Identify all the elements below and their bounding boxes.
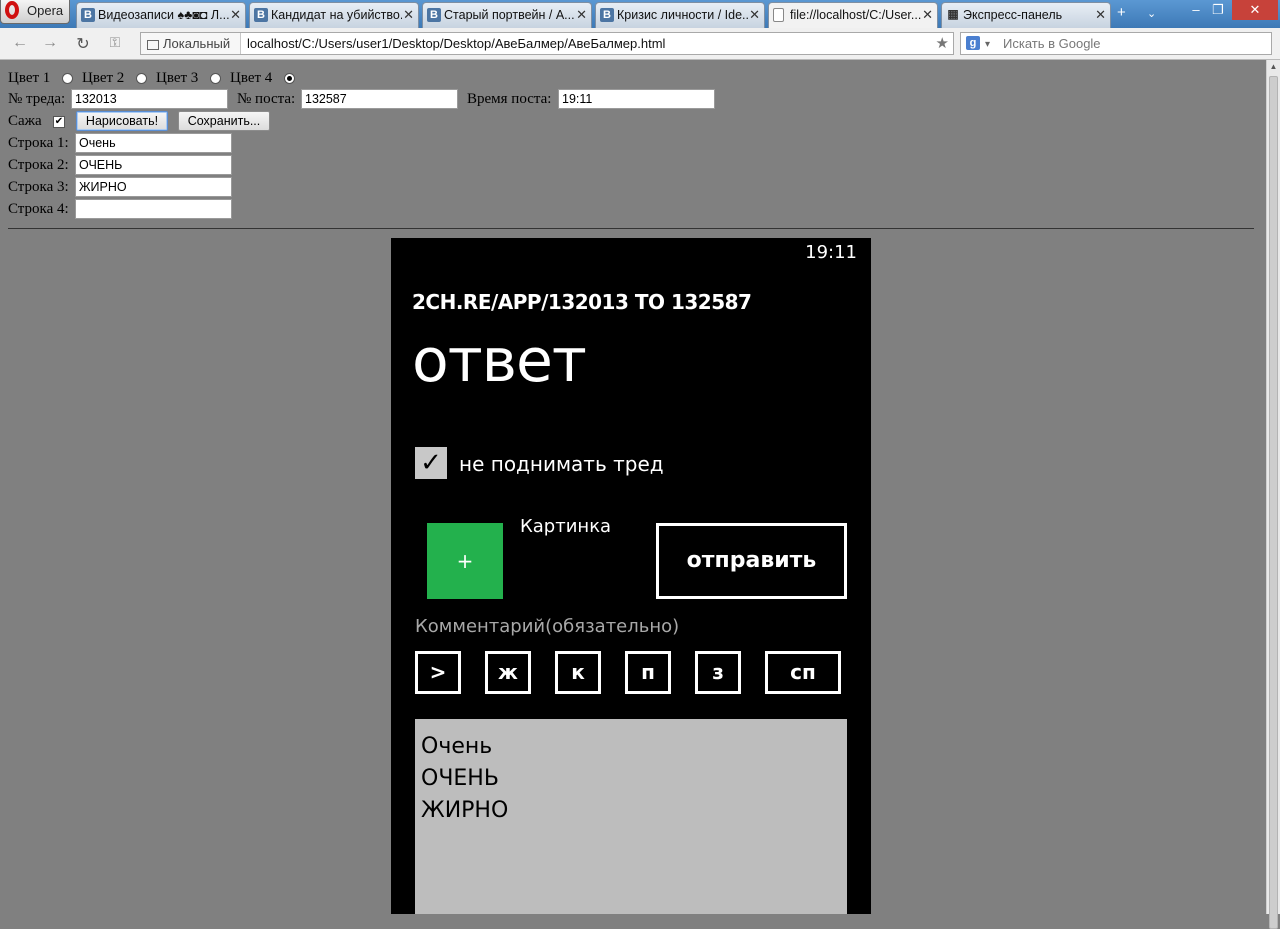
key-icon[interactable]: ⚿ [105, 34, 125, 51]
comment-placeholder: Комментарий(обязательно) [415, 616, 680, 637]
color-radio-3[interactable] [210, 73, 221, 84]
color-label-4: Цвет 4 [230, 70, 273, 86]
back-arrow-icon[interactable]: ← [10, 34, 30, 52]
vk-icon: B [600, 8, 614, 22]
color-label-1: Цвет 1 [8, 70, 51, 86]
tab-title: Кандидат на убийство... [271, 8, 402, 22]
color-label-2: Цвет 2 [82, 70, 125, 86]
spoiler-key-button[interactable]: сп [765, 651, 841, 694]
address-bar[interactable]: Локальный localhost/C:/Users/user1/Deskt… [140, 32, 954, 55]
google-icon[interactable]: g [966, 36, 980, 50]
send-button[interactable]: отправить [656, 523, 847, 599]
phone-preview: 19:11 2CH.RE/APP/132013 TO 132587 ответ … [391, 238, 871, 914]
tab-title: file://localhost/C:/User... [790, 8, 921, 22]
color-radio-1[interactable] [62, 73, 73, 84]
document-icon [773, 8, 784, 22]
restore-icon[interactable]: ❐ [1208, 0, 1228, 20]
vk-icon: B [254, 8, 268, 22]
url-text[interactable]: localhost/C:/Users/user1/Desktop/Desktop… [247, 33, 665, 54]
new-tab-icon[interactable]: + [1117, 4, 1126, 21]
tab-title: Видеозаписи ♠♣◙◘ Л... [98, 8, 229, 22]
picture-label: Картинка [520, 516, 612, 537]
add-picture-button[interactable]: + [427, 523, 503, 599]
no-bump-label: не поднимать тред [459, 452, 664, 476]
tab-title: Старый портвейн / А... [444, 8, 575, 22]
minimize-icon[interactable]: ‒ [1186, 0, 1206, 20]
italic-key-button[interactable]: к [555, 651, 601, 694]
tab-4[interactable]: B Кризис личности / Ide... ✕ [595, 2, 765, 28]
page-content: Цвет 1 Цвет 2 Цвет 3 Цвет 4 № треда: 132… [0, 60, 1266, 914]
tab-6[interactable]: ▦ Экспресс-панель ✕ [941, 2, 1111, 28]
speed-dial-icon: ▦ [947, 7, 959, 21]
line-1-input[interactable]: Очень [75, 133, 232, 153]
tab-3[interactable]: B Старый портвейн / А... ✕ [422, 2, 592, 28]
time-input[interactable]: 19:11 [558, 89, 715, 109]
line-4-input[interactable] [75, 199, 232, 219]
soot-label: Сажа [8, 113, 42, 129]
thread-header: 2CH.RE/APP/132013 TO 132587 [412, 290, 752, 314]
bold-key-button[interactable]: ж [485, 651, 531, 694]
bookmark-star-icon[interactable]: ★ [936, 33, 949, 54]
vk-icon: B [427, 8, 441, 22]
line-3-input[interactable]: ЖИРНО [75, 177, 232, 197]
site-label: Локальный [163, 36, 231, 51]
comment-line-1: Очень [421, 734, 493, 759]
search-field[interactable]: g ▾ Искать в Google [960, 32, 1272, 55]
close-icon[interactable]: ✕ [403, 7, 414, 23]
page-title: ответ [412, 326, 587, 396]
draw-button[interactable]: Нарисовать! [76, 111, 168, 131]
comment-textarea[interactable]: Очень ОЧЕНЬ ЖИРНО [415, 719, 847, 914]
monitor-icon [147, 39, 159, 50]
close-window-icon[interactable]: ✕ [1232, 0, 1278, 20]
comment-line-3: ЖИРНО [421, 798, 509, 823]
strike-key-button[interactable]: з [695, 651, 741, 694]
line-1-label: Строка 1: [8, 135, 69, 151]
underline-key-button[interactable]: п [625, 651, 671, 694]
line-2-input[interactable]: ОЧЕНЬ [75, 155, 232, 175]
close-icon[interactable]: ✕ [230, 7, 241, 23]
reload-icon[interactable]: ↻ [73, 34, 93, 54]
close-icon[interactable]: ✕ [922, 7, 933, 23]
forward-arrow-icon[interactable]: → [40, 34, 60, 52]
tab-bar: Opera B Видеозаписи ♠♣◙◘ Л... ✕ B Кандид… [0, 0, 1280, 29]
tab-2[interactable]: B Кандидат на убийство... ✕ [249, 2, 419, 28]
tab-list-chevron-down-icon[interactable]: ⌄ [1147, 7, 1156, 20]
line-2-label: Строка 2: [8, 157, 69, 173]
chevron-down-icon[interactable]: ▾ [985, 34, 990, 55]
opera-menu-label: Opera [27, 3, 64, 18]
post-input[interactable]: 132587 [301, 89, 458, 109]
quote-key-button[interactable]: > [415, 651, 461, 694]
color-radio-2[interactable] [136, 73, 147, 84]
thread-label: № треда: [8, 91, 66, 107]
close-icon[interactable]: ✕ [1095, 7, 1106, 23]
comment-line-2: ОЧЕНЬ [421, 766, 499, 791]
search-placeholder[interactable]: Искать в Google [1003, 33, 1101, 54]
save-button[interactable]: Сохранить... [178, 111, 270, 131]
thread-input[interactable]: 132013 [71, 89, 228, 109]
tab-1[interactable]: B Видеозаписи ♠♣◙◘ Л... ✕ [76, 2, 246, 28]
time-label: Время поста: [467, 91, 552, 107]
opera-menu-button[interactable]: Opera [0, 0, 70, 24]
divider [8, 228, 1254, 229]
no-bump-checkbox[interactable]: ✓ [415, 447, 447, 479]
tab-title: Экспресс-панель [963, 8, 1063, 22]
close-icon[interactable]: ✕ [576, 7, 587, 23]
scroll-up-arrow-icon[interactable]: ▲ [1267, 60, 1280, 74]
line-4-label: Строка 4: [8, 201, 69, 217]
vk-icon: B [81, 8, 95, 22]
opera-logo-icon [5, 1, 19, 19]
tab-5-active[interactable]: file://localhost/C:/User... ✕ [768, 2, 938, 29]
tab-title: Кризис личности / Ide... [617, 8, 748, 22]
color-label-3: Цвет 3 [156, 70, 199, 86]
post-label: № поста: [237, 91, 296, 107]
color-radio-4[interactable] [284, 73, 295, 84]
close-icon[interactable]: ✕ [749, 7, 760, 23]
line-3-label: Строка 3: [8, 179, 69, 195]
status-time: 19:11 [805, 242, 857, 263]
page-scrollbar[interactable]: ▲ [1266, 60, 1280, 929]
site-info[interactable]: Локальный [141, 33, 241, 54]
navigation-bar: ← → ↻ ⚿ Локальный localhost/C:/Users/use… [0, 28, 1280, 60]
soot-checkbox[interactable]: ✔ [53, 116, 65, 128]
scrollbar-thumb[interactable] [1269, 76, 1278, 929]
